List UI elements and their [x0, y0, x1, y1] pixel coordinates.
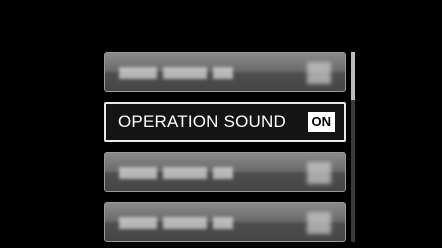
menu-item-label: OPERATION SOUND — [118, 112, 286, 131]
menu-item-4[interactable] — [104, 202, 346, 242]
blurred-value-icon — [307, 62, 331, 84]
menu-scrollbar[interactable] — [351, 52, 355, 242]
blurred-label — [119, 167, 233, 179]
camera-menu-screen: OPERATION SOUND ON — [0, 0, 442, 248]
blurred-value-icon — [307, 162, 331, 184]
menu-item-1[interactable] — [104, 52, 346, 92]
blurred-label — [119, 217, 233, 229]
on-state-badge: ON — [307, 112, 335, 132]
blurred-label — [119, 67, 233, 79]
blurred-value-icon — [307, 212, 331, 234]
menu-item-operation-sound[interactable]: OPERATION SOUND ON — [104, 102, 346, 142]
scrollbar-thumb[interactable] — [351, 52, 355, 100]
menu-item-3[interactable] — [104, 152, 346, 192]
